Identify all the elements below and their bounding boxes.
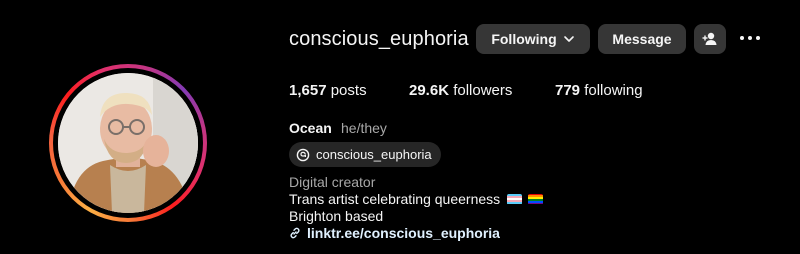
followers-stat[interactable]: 29.6K followers — [409, 82, 512, 99]
more-dot — [756, 36, 760, 40]
add-user-icon — [702, 32, 717, 45]
chevron-down-icon — [563, 36, 574, 42]
bio-line-1-text: Trans artist celebrating queerness — [289, 191, 501, 207]
posts-stat: 1,657 posts — [289, 82, 367, 99]
more-dot — [748, 36, 752, 40]
add-user-button[interactable] — [694, 24, 726, 54]
avatar-photo — [58, 73, 198, 213]
trans-flag-emoji — [507, 193, 523, 205]
profile-avatar-ring[interactable] — [49, 64, 207, 222]
more-options-button[interactable] — [740, 31, 760, 45]
link-icon — [290, 227, 300, 239]
profile-link-text: linktr.ee/conscious_euphoria — [307, 225, 500, 241]
profile-pronouns: he/they — [341, 120, 387, 136]
following-count: 779 — [555, 82, 581, 99]
posts-label: posts — [330, 82, 367, 99]
following-button-label: Following — [491, 31, 557, 47]
bio-line-2: Brighton based — [289, 208, 384, 224]
profile-link[interactable]: linktr.ee/conscious_euphoria — [289, 225, 500, 241]
following-button[interactable]: Following — [476, 24, 590, 54]
profile-username: conscious_euphoria — [289, 28, 469, 50]
threads-badge[interactable]: conscious_euphoria — [289, 142, 441, 167]
more-dots-icon — [740, 36, 744, 40]
following-stat-label: following — [584, 82, 643, 99]
posts-count: 1,657 — [289, 82, 327, 99]
message-button-label: Message — [612, 31, 672, 47]
avatar[interactable] — [58, 73, 198, 213]
threads-icon — [296, 148, 310, 161]
message-button[interactable]: Message — [598, 24, 686, 54]
rainbow-flag-emoji — [528, 193, 544, 205]
profile-category: Digital creator — [289, 174, 376, 190]
followers-label: followers — [453, 82, 513, 99]
profile-full-name: Ocean — [289, 120, 332, 136]
threads-handle: conscious_euphoria — [316, 147, 432, 162]
following-stat[interactable]: 779 following — [555, 82, 643, 99]
followers-count: 29.6K — [409, 82, 450, 99]
bio-line-1: Trans artist celebrating queerness — [289, 191, 544, 207]
